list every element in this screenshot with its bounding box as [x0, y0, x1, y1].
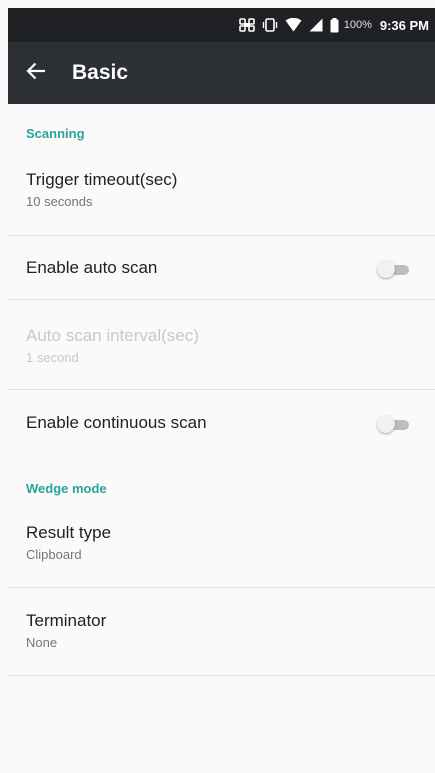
divider — [8, 587, 435, 588]
settings-list: Scanning Trigger timeout(sec) 10 seconds… — [8, 104, 435, 773]
battery-percentage: 100% — [343, 19, 372, 31]
vibrate-icon — [262, 18, 278, 32]
battery-icon — [330, 17, 339, 33]
continuous-scan-switch[interactable] — [377, 414, 411, 434]
pref-enable-auto-scan[interactable]: Enable auto scan — [8, 258, 435, 278]
pref-terminator[interactable]: Terminator None — [8, 611, 435, 651]
switch-thumb — [377, 415, 395, 433]
pref-result-type[interactable]: Result type Clipboard — [8, 523, 435, 563]
pref-title: Enable continuous scan — [26, 413, 207, 432]
pref-title: Terminator — [26, 611, 107, 630]
switch-thumb — [377, 260, 395, 278]
pref-enable-continuous-scan[interactable]: Enable continuous scan — [8, 413, 435, 433]
pref-summary: 10 seconds — [26, 194, 93, 209]
wifi-icon — [285, 18, 302, 32]
divider — [8, 299, 435, 300]
pref-title: Result type — [26, 523, 112, 542]
nfc-icon — [238, 18, 255, 32]
pref-auto-scan-interval: Auto scan interval(sec) 1 second — [8, 326, 435, 366]
app-bar: Basic — [8, 42, 435, 104]
divider — [8, 235, 435, 236]
category-scanning: Scanning — [26, 126, 85, 141]
signal-icon — [309, 18, 323, 32]
arrow-left-icon — [26, 62, 46, 85]
pref-title: Trigger timeout(sec) — [26, 170, 178, 189]
status-bar: 100% 9:36 PM — [8, 8, 435, 42]
category-wedge-mode: Wedge mode — [26, 481, 107, 496]
status-clock: 9:36 PM — [379, 17, 429, 33]
pref-summary: 1 second — [26, 350, 79, 365]
pref-summary: None — [26, 635, 58, 650]
back-button[interactable] — [8, 42, 64, 104]
pref-trigger-timeout[interactable]: Trigger timeout(sec) 10 seconds — [8, 170, 435, 210]
divider — [8, 389, 435, 390]
pref-title: Enable auto scan — [26, 258, 158, 277]
page-title: Basic — [72, 61, 129, 84]
divider — [8, 675, 435, 676]
pref-summary: Clipboard — [26, 547, 82, 562]
pref-title: Auto scan interval(sec) — [26, 326, 199, 345]
auto-scan-switch[interactable] — [377, 259, 411, 279]
